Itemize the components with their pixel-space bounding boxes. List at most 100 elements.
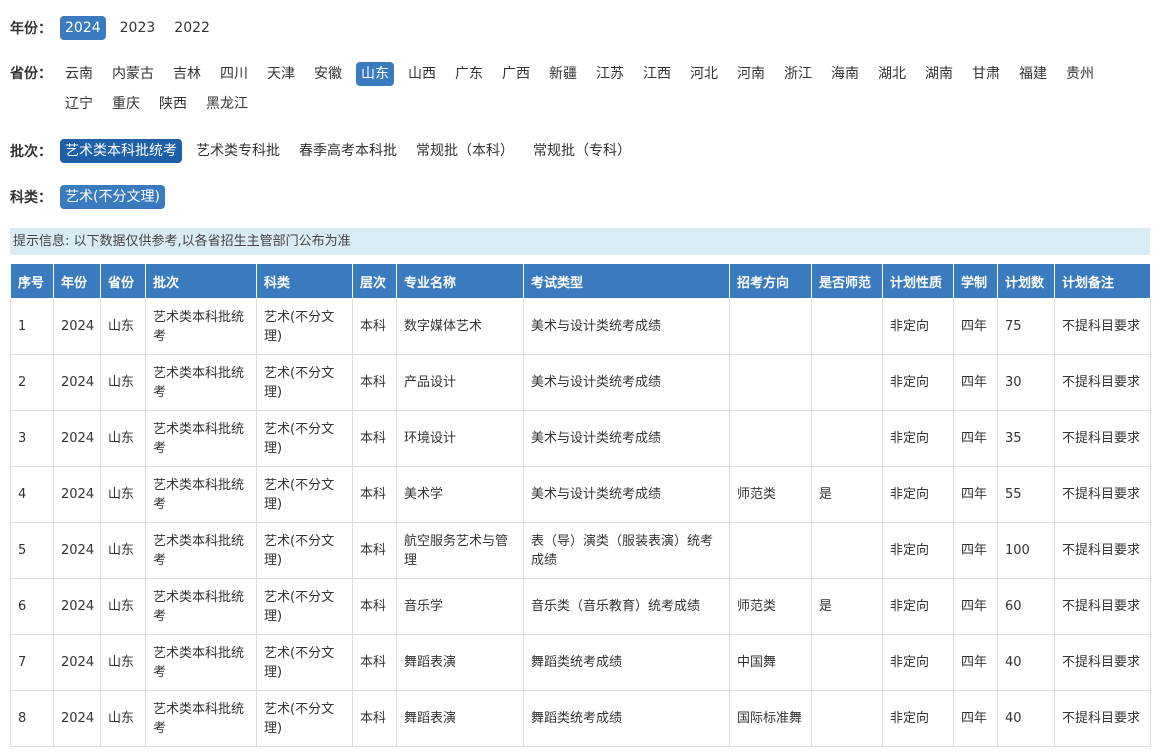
batch-options: 艺术类本科批统考 艺术类专科批 春季高考本科批 常规批（本科） 常规批（专科）: [60, 139, 1150, 163]
province-option[interactable]: 河南: [732, 62, 770, 86]
table-cell: 5: [10, 522, 54, 579]
province-option[interactable]: 浙江: [779, 62, 817, 86]
category-filter: 科类： 艺术(不分文理): [10, 185, 1150, 209]
table-cell: 4: [10, 466, 54, 523]
table-cell: 不提科目要求: [1054, 522, 1151, 579]
table-cell: 美术学: [396, 466, 524, 523]
category-option[interactable]: 艺术(不分文理): [60, 185, 165, 209]
province-option[interactable]: 甘肃: [967, 62, 1005, 86]
table-cell: 非定向: [882, 522, 954, 579]
table-cell: 是: [811, 466, 883, 523]
column-header: 招考方向: [729, 263, 812, 299]
province-option[interactable]: 陕西: [154, 92, 192, 116]
table-cell: 山东: [100, 634, 146, 691]
province-option[interactable]: 山西: [403, 62, 441, 86]
table-cell: 四年: [953, 466, 998, 523]
province-option[interactable]: 安徽: [309, 62, 347, 86]
table-cell: 不提科目要求: [1054, 410, 1151, 467]
batch-option[interactable]: 艺术类专科批: [191, 139, 285, 163]
province-option[interactable]: 辽宁: [60, 92, 98, 116]
province-option[interactable]: 湖南: [920, 62, 958, 86]
year-option[interactable]: 2022: [169, 16, 215, 40]
table-cell: 数字媒体艺术: [396, 298, 524, 355]
column-header: 年份: [53, 263, 101, 299]
table-cell: 1: [10, 298, 54, 355]
batch-option[interactable]: 常规批（本科）: [411, 139, 519, 163]
table-cell: [811, 690, 883, 747]
table-cell: 2: [10, 354, 54, 411]
province-option[interactable]: 云南: [60, 62, 98, 86]
table-cell: 2024: [53, 354, 101, 411]
table-cell: 75: [997, 298, 1055, 355]
table-cell: 师范类: [729, 578, 812, 635]
table-cell: 本科: [352, 466, 397, 523]
table-cell: 本科: [352, 578, 397, 635]
column-header: 省份: [100, 263, 146, 299]
table-cell: 山东: [100, 298, 146, 355]
table-cell: [811, 410, 883, 467]
table-cell: 60: [997, 578, 1055, 635]
table-cell: 本科: [352, 690, 397, 747]
province-option[interactable]: 山东: [356, 62, 394, 86]
table-cell: 30: [997, 354, 1055, 411]
table-cell: 山东: [100, 466, 146, 523]
batch-option[interactable]: 春季高考本科批: [294, 139, 402, 163]
table-cell: 非定向: [882, 410, 954, 467]
province-option[interactable]: 湖北: [873, 62, 911, 86]
table-cell: 艺术类本科批统考: [145, 354, 257, 411]
province-option[interactable]: 吉林: [168, 62, 206, 86]
table-cell: 本科: [352, 522, 397, 579]
column-header: 科类: [256, 263, 353, 299]
province-option[interactable]: 四川: [215, 62, 253, 86]
year-option[interactable]: 2023: [115, 16, 161, 40]
year-option[interactable]: 2024: [60, 16, 106, 40]
table-cell: 艺术类本科批统考: [145, 578, 257, 635]
table-cell: 艺术(不分文理): [256, 410, 353, 467]
province-option[interactable]: 内蒙古: [107, 62, 159, 86]
province-option[interactable]: 海南: [826, 62, 864, 86]
table-cell: 表（导）演类（服装表演）统考成绩: [523, 522, 730, 579]
batch-option[interactable]: 常规批（专科）: [528, 139, 636, 163]
province-option[interactable]: 江西: [638, 62, 676, 86]
province-option[interactable]: 广西: [497, 62, 535, 86]
table-cell: 四年: [953, 354, 998, 411]
table-row: 1 2024 山东 艺术类本科批统考 艺术(不分文理) 本科 数字媒体艺术 美术与设计类统考成…: [10, 298, 1151, 355]
table-cell: 艺术类本科批统考: [145, 522, 257, 579]
province-option[interactable]: 新疆: [544, 62, 582, 86]
category-filter-label: 科类：: [10, 190, 52, 206]
table-cell: 2024: [53, 690, 101, 747]
table-cell: 55: [997, 466, 1055, 523]
column-header: 批次: [145, 263, 257, 299]
table-cell: [729, 354, 812, 411]
province-option[interactable]: 重庆: [107, 92, 145, 116]
province-option[interactable]: 贵州: [1061, 62, 1099, 86]
table-row: 4 2024 山东 艺术类本科批统考 艺术(不分文理) 本科 美术学 美术与设计类统考成绩 师范…: [10, 466, 1151, 523]
table-cell: 不提科目要求: [1054, 354, 1151, 411]
enrollment-plan-table: 序号 年份 省份 批次 科类 层次 专业名称 考试类型 招考方向 是否师范 计划性质 学制 计划数 计划备…: [10, 263, 1151, 747]
year-filter-label: 年份：: [10, 21, 52, 37]
table-cell: 艺术(不分文理): [256, 522, 353, 579]
table-cell: 美术与设计类统考成绩: [523, 466, 730, 523]
table-row: 2 2024 山东 艺术类本科批统考 艺术(不分文理) 本科 产品设计 美术与设计类统考成绩 非…: [10, 354, 1151, 411]
batch-option[interactable]: 艺术类本科批统考: [60, 139, 182, 163]
table-cell: [729, 410, 812, 467]
table-cell: 非定向: [882, 466, 954, 523]
table-cell: 四年: [953, 298, 998, 355]
table-cell: 本科: [352, 354, 397, 411]
table-cell: 不提科目要求: [1054, 298, 1151, 355]
column-header: 层次: [352, 263, 397, 299]
province-option[interactable]: 天津: [262, 62, 300, 86]
column-header: 考试类型: [523, 263, 730, 299]
province-option[interactable]: 黑龙江: [201, 92, 253, 116]
table-cell: 山东: [100, 354, 146, 411]
table-cell: 艺术类本科批统考: [145, 634, 257, 691]
province-option[interactable]: 福建: [1014, 62, 1052, 86]
province-option[interactable]: 江苏: [591, 62, 629, 86]
column-header: 是否师范: [811, 263, 883, 299]
table-cell: 非定向: [882, 354, 954, 411]
province-option[interactable]: 广东: [450, 62, 488, 86]
province-option[interactable]: 河北: [685, 62, 723, 86]
table-row: 6 2024 山东 艺术类本科批统考 艺术(不分文理) 本科 音乐学 音乐类（音乐教育）统考成…: [10, 578, 1151, 635]
table-cell: 艺术(不分文理): [256, 466, 353, 523]
table-cell: 美术与设计类统考成绩: [523, 410, 730, 467]
